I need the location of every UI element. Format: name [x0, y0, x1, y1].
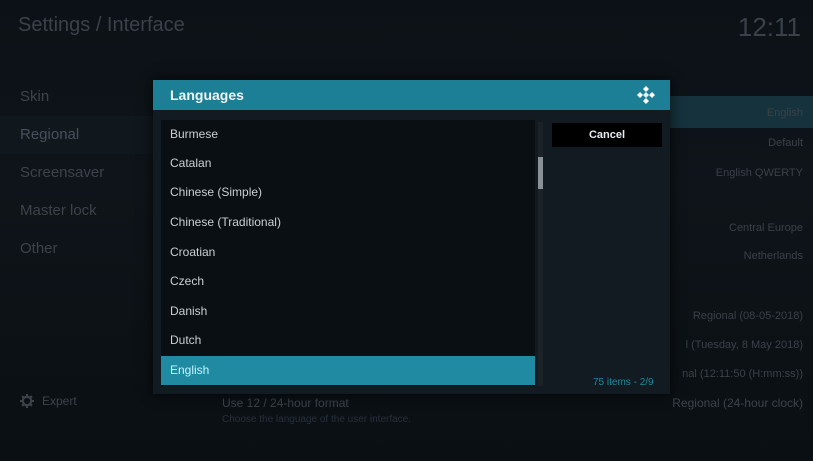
setting-value-keyboard[interactable]: English QWERTY: [716, 167, 803, 179]
languages-dialog: Languages Burmese Catalan Chinese (Simpl…: [153, 80, 670, 394]
sidebar-item-other[interactable]: Other: [0, 230, 153, 268]
page-indicator: 2/9: [639, 377, 654, 388]
list-item-czech[interactable]: Czech: [161, 267, 535, 296]
setting-value-clock[interactable]: Regional (24-hour clock): [672, 396, 803, 410]
list-item-dutch[interactable]: Dutch: [161, 326, 535, 355]
sidebar-item-regional[interactable]: Regional: [0, 116, 153, 154]
settings-sidebar: Skin Regional Screensaver Master lock Ot…: [0, 78, 153, 268]
kodi-screen: Settings / Interface 12:11 Skin Regional…: [0, 0, 813, 461]
setting-row-label[interactable]: Use 12 / 24-hour format: [222, 396, 349, 410]
dialog-header: Languages: [153, 80, 670, 110]
setting-value-long-date[interactable]: l (Tuesday, 8 May 2018): [686, 339, 803, 351]
list-item-chinese-simple[interactable]: Chinese (Simple): [161, 178, 535, 207]
language-list[interactable]: Burmese Catalan Chinese (Simple) Chinese…: [161, 120, 535, 386]
dialog-side-panel: Cancel 75 items - 2/9: [545, 120, 670, 388]
setting-value-timezone[interactable]: Netherlands: [744, 250, 803, 262]
kodi-logo-icon: [637, 86, 655, 104]
list-item-burmese[interactable]: Burmese: [161, 120, 535, 149]
cancel-button[interactable]: Cancel: [552, 123, 662, 147]
gear-icon: [20, 394, 34, 408]
scrollbar-thumb[interactable]: [538, 157, 543, 189]
page-title: Settings / Interface: [18, 14, 185, 36]
dialog-title: Languages: [170, 87, 244, 103]
expert-label: Expert: [42, 394, 77, 408]
sidebar-item-screensaver[interactable]: Screensaver: [0, 154, 153, 192]
setting-value-time-format[interactable]: nal (12:11:50 (H:mm:ss)): [682, 368, 803, 380]
list-item-english[interactable]: English: [161, 356, 535, 385]
list-scrollbar[interactable]: [538, 122, 543, 386]
list-item-danish[interactable]: Danish: [161, 297, 535, 326]
setting-value-language[interactable]: English: [767, 107, 803, 119]
setting-description: Choose the language of the user interfac…: [222, 414, 412, 425]
sidebar-item-skin[interactable]: Skin: [0, 78, 153, 116]
item-count: 75 items - 2/9: [593, 377, 654, 388]
list-item-chinese-traditional[interactable]: Chinese (Traditional): [161, 208, 535, 237]
item-count-label: 75 items -: [593, 377, 640, 388]
sidebar-item-master-lock[interactable]: Master lock: [0, 192, 153, 230]
setting-value-timezone-country[interactable]: Central Europe: [729, 222, 803, 234]
setting-value-short-date[interactable]: Regional (08-05-2018): [693, 310, 803, 322]
expert-level-button[interactable]: Expert: [20, 394, 77, 408]
clock: 12:11: [737, 12, 801, 42]
list-item-catalan[interactable]: Catalan: [161, 149, 535, 178]
setting-value-charset[interactable]: Default: [768, 137, 803, 149]
list-item-croatian[interactable]: Croatian: [161, 238, 535, 267]
